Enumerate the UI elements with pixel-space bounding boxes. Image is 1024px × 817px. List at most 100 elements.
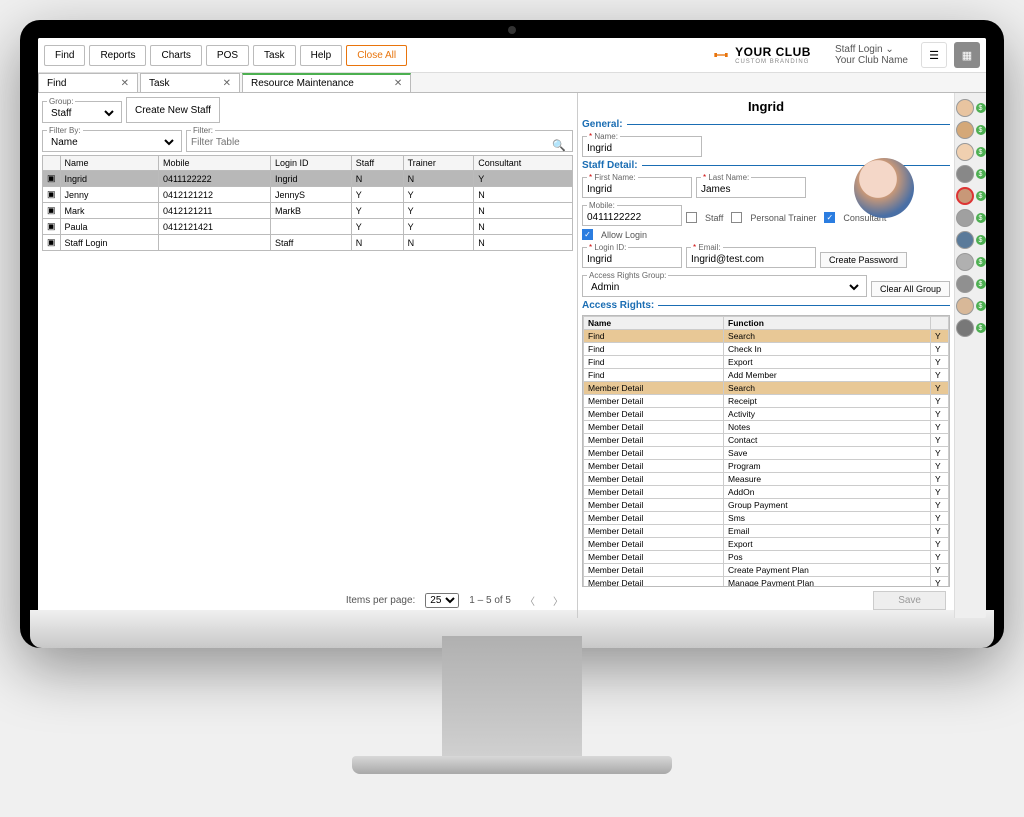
access-row[interactable]: Member DetailReceiptY [584,395,949,408]
calendar-icon[interactable]: ▦ [954,42,980,68]
filter-input[interactable]: Filter: 🔍 [186,126,573,152]
club-name: Your Club Name [835,55,908,66]
page-range: 1 – 5 of 5 [469,595,511,606]
access-row[interactable]: Member DetailMeasureY [584,473,949,486]
col-consultant[interactable]: Consultant [474,156,573,171]
access-row[interactable]: FindCheck InY [584,343,949,356]
access-row[interactable]: Member DetailEmailY [584,525,949,538]
search-icon[interactable]: 🔍 [552,139,566,152]
tab-resource-maintenance[interactable]: Resource Maintenance✕ [242,73,411,92]
name-field[interactable]: * Name: [582,132,702,157]
next-page-icon[interactable]: 〉 [549,593,567,608]
list-icon[interactable]: ☰ [921,42,947,68]
sidebar-member[interactable]: $ [956,297,986,315]
sidebar-member[interactable]: $ [956,319,986,337]
email-field[interactable]: * Email: [686,243,816,268]
clear-all-group-button[interactable]: Clear All Group [871,281,950,297]
access-row[interactable]: FindSearchY [584,330,949,343]
detail-title: Ingrid [582,97,950,116]
access-row[interactable]: Member DetailManage Payment PlanY [584,577,949,588]
table-row[interactable]: ▣Staff LoginStaffNNN [43,235,573,251]
create-password-button[interactable]: Create Password [820,252,907,268]
close-icon[interactable]: ✕ [394,78,402,89]
col-staff[interactable]: Staff [351,156,403,171]
sidebar-member[interactable]: $ [956,275,986,293]
dumbbell-icon [713,47,729,63]
charts-button[interactable]: Charts [150,45,201,66]
col-trainer[interactable]: Trainer [403,156,474,171]
allow-login-checkbox[interactable]: ✓ [582,229,593,240]
staff-photo [854,158,914,218]
help-button[interactable]: Help [300,45,343,66]
col-mobile[interactable]: Mobile [158,156,270,171]
archive-icon[interactable]: ▣ [43,235,61,251]
access-row[interactable]: Member DetailNotesY [584,421,949,434]
table-row[interactable]: ▣Jenny0412121212JennySYYN [43,187,573,203]
archive-icon[interactable]: ▣ [43,219,61,235]
archive-icon[interactable]: ▣ [43,187,61,203]
tab-task[interactable]: Task✕ [140,73,240,92]
sidebar-member[interactable]: $ [956,165,986,183]
filter-by-select[interactable]: Filter By: Name [42,126,182,152]
table-row[interactable]: ▣Mark0412121211MarkBYYN [43,203,573,219]
group-select[interactable]: Group: Staff [42,97,122,123]
access-row[interactable]: FindAdd MemberY [584,369,949,382]
sidebar-member[interactable]: $ [956,187,986,205]
save-button[interactable]: Save [873,591,946,610]
access-row[interactable]: Member DetailCreate Payment PlanY [584,564,949,577]
access-row[interactable]: Member DetailContactY [584,434,949,447]
table-row[interactable]: ▣Ingrid0411122222IngridNNY [43,171,573,187]
col-name[interactable]: Name [60,156,158,171]
archive-icon[interactable]: ▣ [43,203,61,219]
login-area[interactable]: Staff Login ⌄ Your Club Name [835,44,908,66]
access-rights-table: Name Function FindSearchYFindCheck InYFi… [583,316,949,587]
sidebar-member[interactable]: $ [956,231,986,249]
access-row[interactable]: Member DetailExportY [584,538,949,551]
close-icon[interactable]: ✕ [121,78,129,89]
items-per-page-select[interactable]: 25 [425,593,459,608]
access-row[interactable]: Member DetailGroup PaymentY [584,499,949,512]
sidebar-member[interactable]: $ [956,99,986,117]
access-row[interactable]: Member DetailActivityY [584,408,949,421]
tabs: Find✕ Task✕ Resource Maintenance✕ [38,73,986,93]
close-icon[interactable]: ✕ [223,78,231,89]
sidebar-member[interactable]: $ [956,253,986,271]
col-login[interactable]: Login ID [271,156,352,171]
access-row[interactable]: Member DetailPosY [584,551,949,564]
access-row[interactable]: Member DetailProgramY [584,460,949,473]
close-all-button[interactable]: Close All [346,45,407,66]
create-new-staff-button[interactable]: Create New Staff [126,97,220,123]
sidebar-member[interactable]: $ [956,209,986,227]
prev-page-icon[interactable]: 〈 [521,593,539,608]
pos-button[interactable]: POS [206,45,249,66]
avatar-icon [956,99,974,117]
ar-col-name[interactable]: Name [584,317,724,330]
ar-col-function[interactable]: Function [724,317,931,330]
consultant-checkbox[interactable]: ✓ [824,212,835,223]
access-row[interactable]: FindExportY [584,356,949,369]
find-button[interactable]: Find [44,45,85,66]
access-rights-group-select[interactable]: Access Rights Group: Admin [582,271,867,297]
staff-list-pane: Group: Staff Create New Staff Filter By:… [38,93,578,618]
staff-login-label: Staff Login [835,44,883,55]
mobile-field[interactable]: Mobile: [582,201,682,226]
trainer-checkbox[interactable] [731,212,742,223]
archive-icon[interactable]: ▣ [43,171,61,187]
access-rights-header: Access Rights: [582,300,950,311]
login-id-field[interactable]: * Login ID: [582,243,682,268]
sidebar-member[interactable]: $ [956,121,986,139]
task-button[interactable]: Task [253,45,296,66]
access-row[interactable]: Member DetailSearchY [584,382,949,395]
access-row[interactable]: Member DetailAddOnY [584,486,949,499]
staff-checkbox[interactable] [686,212,697,223]
last-name-field[interactable]: * Last Name: [696,173,806,198]
tab-find[interactable]: Find✕ [38,73,138,92]
sidebar-member[interactable]: $ [956,143,986,161]
reports-button[interactable]: Reports [89,45,146,66]
access-row[interactable]: Member DetailSaveY [584,447,949,460]
first-name-field[interactable]: * First Name: [582,173,692,198]
brand-logo: YOUR CLUB CUSTOM BRANDING [713,45,811,65]
access-row[interactable]: Member DetailSmsY [584,512,949,525]
general-header: General: [582,119,950,130]
table-row[interactable]: ▣Paula0412121421YYN [43,219,573,235]
